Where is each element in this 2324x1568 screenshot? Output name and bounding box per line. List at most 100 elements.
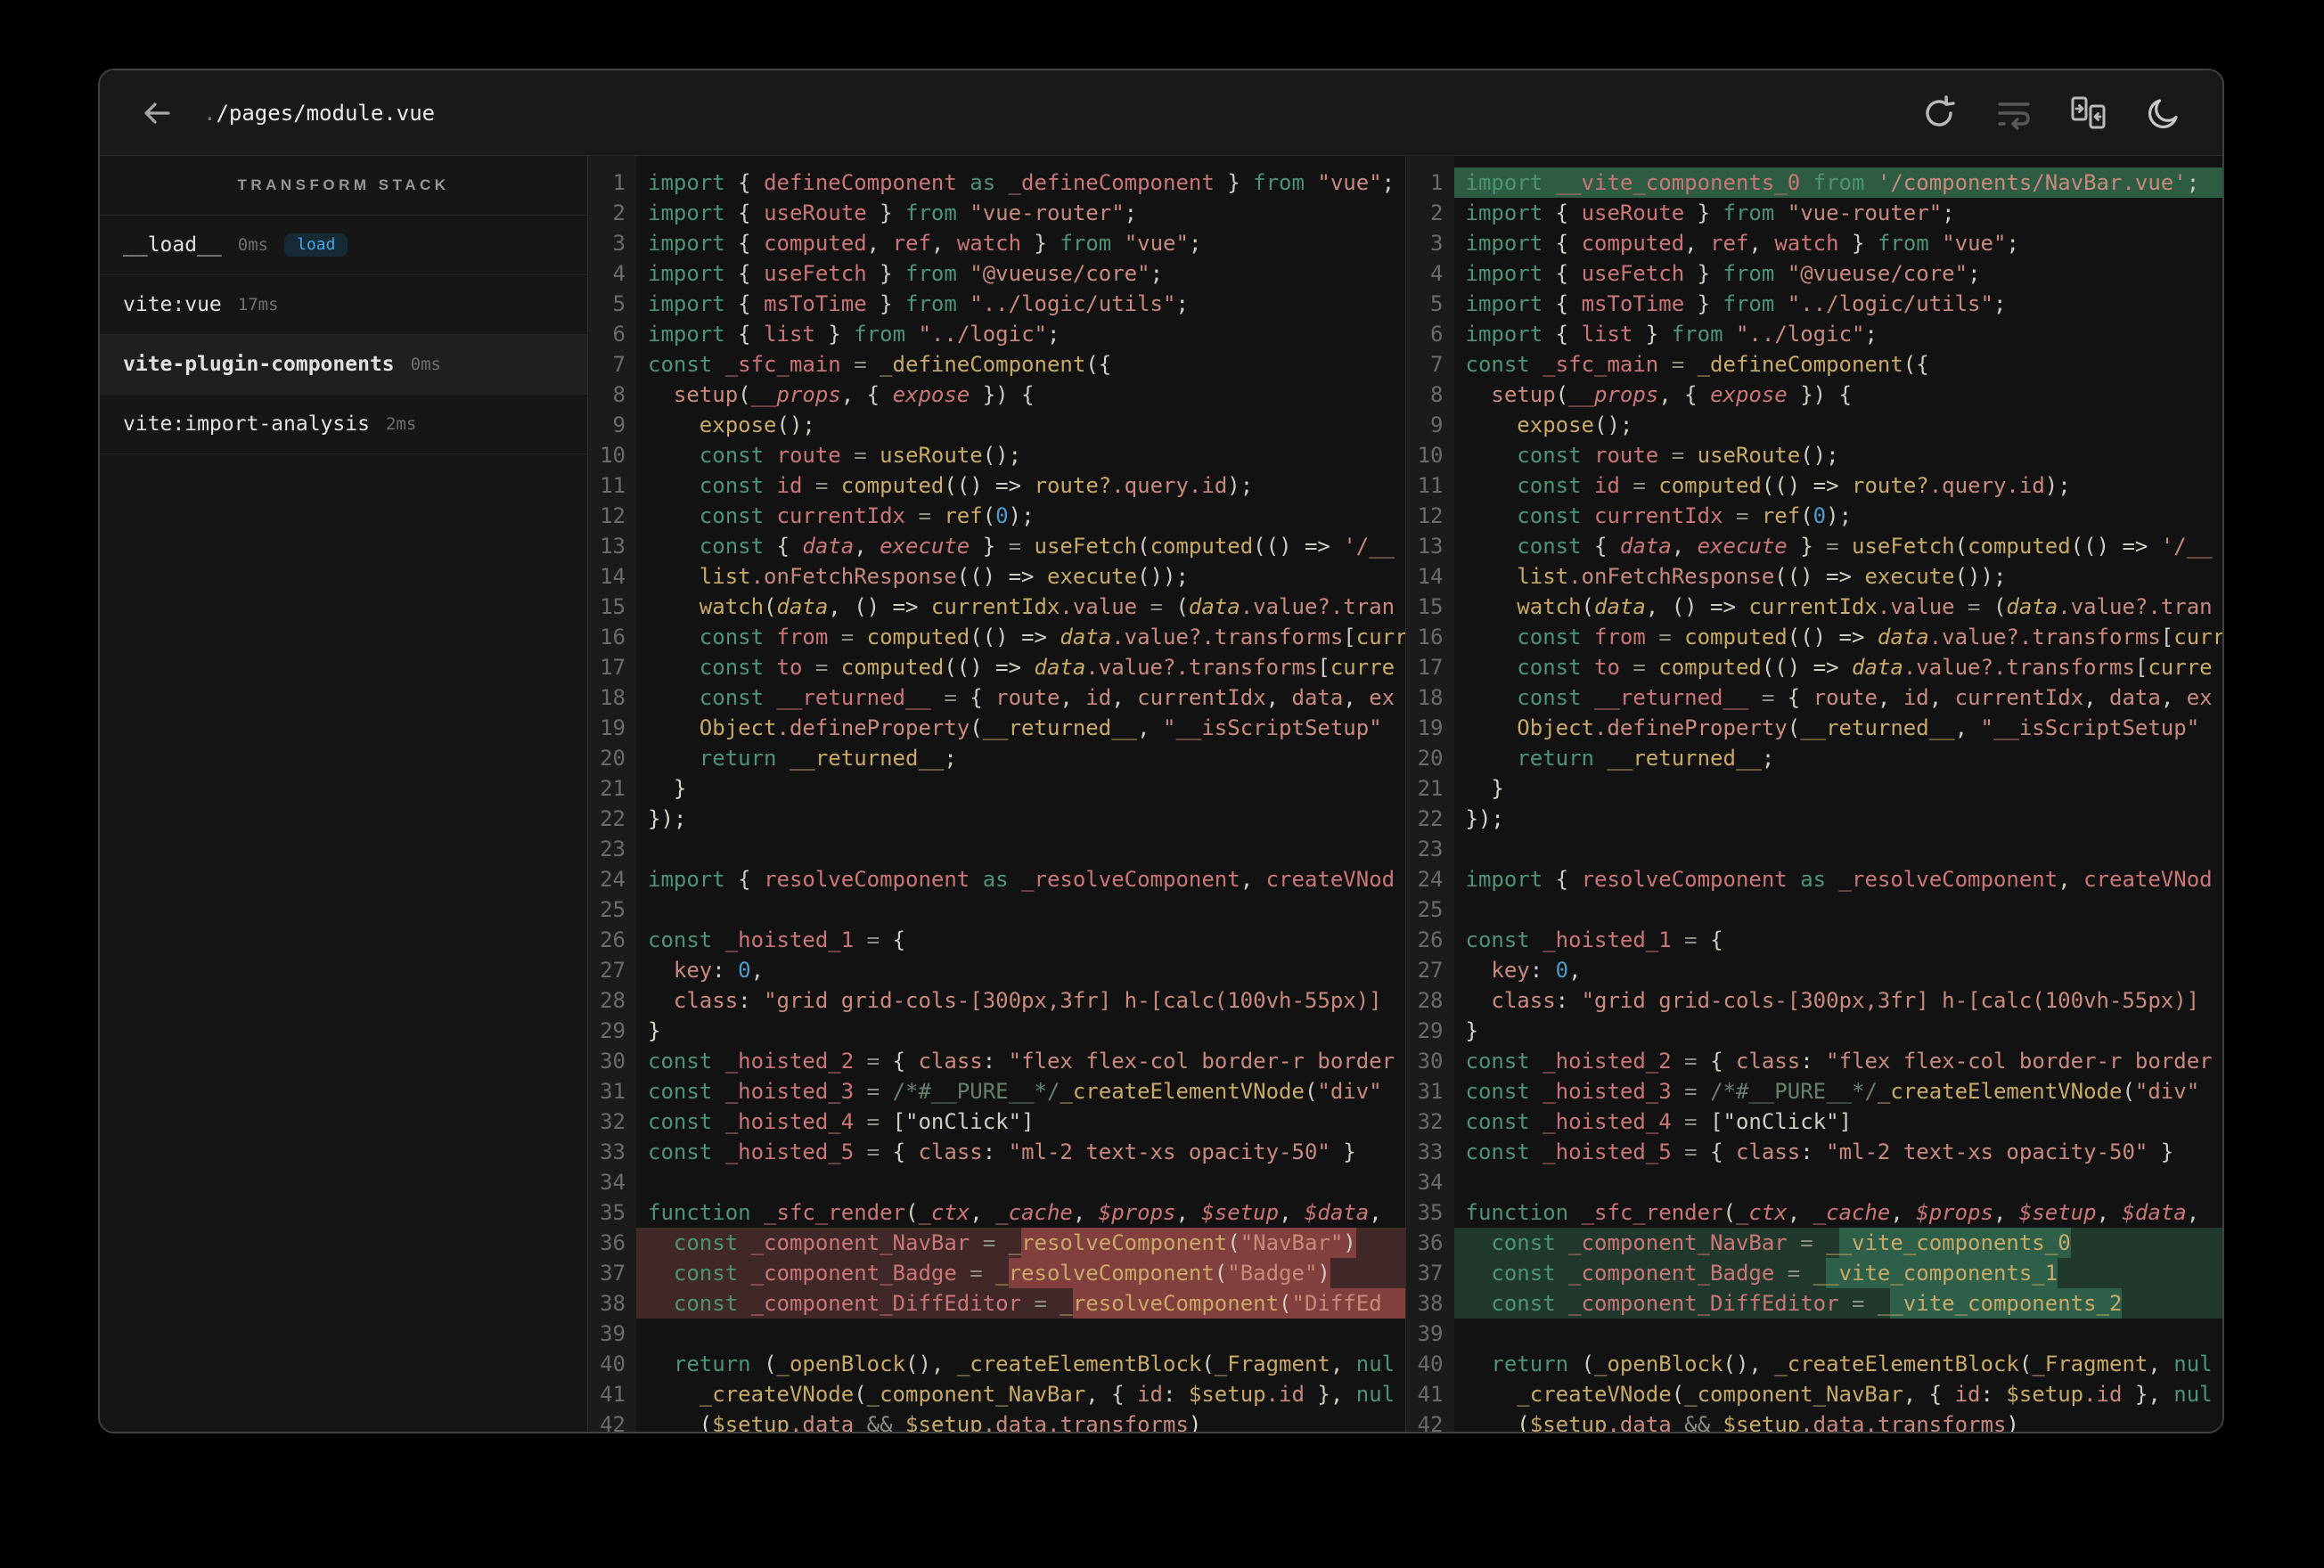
code-line-text: ($setup.data && $setup.data.transforms)	[1465, 1412, 2019, 1432]
line-number: 30	[588, 1046, 636, 1076]
code-line-text: const { data, execute } = useFetch(compu…	[699, 534, 1395, 559]
code-pane-after[interactable]: 1 import __vite_components_0 from '/compo…	[1404, 156, 2223, 1432]
code-line-text: const __returned__ = { route, id, curren…	[1517, 685, 2213, 710]
line-number: 24	[588, 864, 636, 894]
code-line-text: const _component_NavBar = __vite_compone…	[1453, 1228, 2222, 1258]
transform-item--load-[interactable]: __load__ 0ms load	[100, 216, 587, 275]
code-line: 27 key: 0,	[588, 955, 1405, 985]
transform-item-vite-vue[interactable]: vite:vue 17ms	[100, 275, 587, 335]
transform-item-label: vite:vue	[123, 293, 222, 316]
line-number: 26	[1405, 925, 1454, 955]
line-number: 35	[1405, 1197, 1454, 1228]
sidebar-items: __load__ 0ms load vite:vue 17ms vite-plugin-c…	[100, 216, 587, 454]
line-number: 7	[1405, 349, 1454, 380]
line-number: 8	[1405, 380, 1454, 410]
code-line: 40 return (_openBlock(), _createElementB…	[588, 1349, 1405, 1379]
line-wrap-button[interactable]	[1991, 90, 2037, 136]
line-number: 14	[1405, 561, 1454, 592]
code-line-text: return __returned__;	[1517, 746, 1775, 771]
line-number: 41	[588, 1379, 636, 1409]
code-line-text: }	[648, 776, 687, 801]
code-line-text: const _hoisted_2 = { class: "flex flex-c…	[1465, 1049, 2213, 1074]
code-line-text: const currentIdx = ref(0);	[699, 503, 1035, 528]
code-line-text: const _hoisted_4 = ["onClick"]	[1465, 1109, 1853, 1134]
code-line-text: expose();	[699, 412, 815, 437]
code-line-text: const _hoisted_1 = {	[1465, 927, 1723, 952]
code-line: 32 const _hoisted_4 = ["onClick"]	[588, 1107, 1405, 1137]
code-line: 22});	[588, 804, 1405, 834]
side-by-side-diff-button[interactable]	[2066, 90, 2112, 136]
file-title: ./pages/module.vue	[203, 101, 435, 126]
code-line: 34	[1405, 1167, 2223, 1197]
code-line: 18 const __returned__ = { route, id, cur…	[588, 682, 1405, 713]
code-line: 14 list.onFetchResponse(() => execute())…	[1405, 561, 2223, 592]
line-number: 9	[1405, 410, 1454, 440]
line-number: 18	[1405, 682, 1454, 713]
code-line-text: }	[648, 1018, 661, 1043]
code-line: 42 ($setup.data && $setup.data.transform…	[1405, 1409, 2223, 1432]
code-line: 16 const from = computed(() => data.valu…	[588, 622, 1405, 652]
transform-item-vite-plugin-components[interactable]: vite-plugin-components 0ms	[100, 335, 587, 395]
code-line-text: import { resolveComponent as _resolveCom…	[1465, 867, 2213, 892]
line-number: 33	[588, 1137, 636, 1167]
theme-toggle-button[interactable]	[2140, 90, 2187, 136]
code-line: 28 class: "grid grid-cols-[300px,3fr] h-…	[588, 985, 1405, 1016]
code-line: 2 import { useRoute } from "vue-router";	[1405, 198, 2223, 228]
line-number: 32	[1405, 1107, 1454, 1137]
code-line: 17 const to = computed(() => data.value?…	[588, 652, 1405, 682]
transform-item-vite-import-analysis[interactable]: vite:import-analysis 2ms	[100, 395, 587, 454]
line-number: 35	[588, 1197, 636, 1228]
line-number: 1	[588, 167, 636, 198]
line-number: 21	[1405, 773, 1454, 804]
load-badge: load	[284, 233, 348, 257]
code-line: 5 import { msToTime } from "../logic/util…	[588, 289, 1405, 319]
line-number: 25	[588, 894, 636, 925]
code-pane-before[interactable]: 1 import { defineComponent as _defineComp…	[588, 156, 1405, 1432]
code-line: 39	[588, 1319, 1405, 1349]
code-line-text: const _sfc_main = _defineComponent({	[648, 352, 1112, 377]
code-line-text: import __vite_components_0 from '/compon…	[1453, 167, 2222, 198]
code-line-text: const _hoisted_3 = /*#__PURE__*/_createE…	[648, 1079, 1382, 1104]
code-line-text: key: 0,	[1491, 958, 1582, 983]
code-line: 29}	[588, 1016, 1405, 1046]
code-line: 30 const _hoisted_2 = { class: "flex flex…	[1405, 1046, 2223, 1076]
line-number: 23	[1405, 834, 1454, 864]
back-button[interactable]	[135, 92, 178, 135]
code-line: 36 const _component_NavBar = __vite_comp…	[1405, 1228, 2222, 1258]
back-arrow-icon	[144, 102, 170, 124]
code-line-text: import { useRoute } from "vue-router";	[1465, 200, 1955, 225]
line-number: 20	[1405, 743, 1454, 773]
line-number: 12	[1405, 501, 1454, 531]
line-number: 4	[588, 258, 636, 289]
code-line: 21 }	[588, 773, 1405, 804]
line-number: 40	[1405, 1349, 1454, 1379]
line-number: 28	[1405, 985, 1454, 1016]
line-number: 25	[1405, 894, 1454, 925]
line-number: 36	[588, 1228, 636, 1258]
line-number: 18	[588, 682, 636, 713]
code-line: 9 expose();	[1405, 410, 2223, 440]
line-number: 12	[588, 501, 636, 531]
line-number: 11	[1405, 470, 1454, 501]
side-by-side-diff-icon	[2071, 96, 2106, 128]
code-line-text: class: "grid grid-cols-[300px,3fr] h-[ca…	[673, 988, 1395, 1013]
line-number: 10	[588, 440, 636, 470]
code-line: 11 const id = computed(() => route?.quer…	[588, 470, 1405, 501]
line-number: 27	[588, 955, 636, 985]
code-line: 7 const _sfc_main = _defineComponent({	[588, 349, 1405, 380]
transform-item-label: vite-plugin-components	[123, 353, 395, 376]
code-line-text: const _component_Badge = _resolveCompone…	[636, 1258, 1405, 1288]
code-line-text: ($setup.data && $setup.data.transforms)	[648, 1412, 1202, 1432]
refresh-button[interactable]	[1916, 90, 1962, 136]
transform-item-duration: 0ms	[410, 355, 441, 374]
code-line: 23	[588, 834, 1405, 864]
line-number: 21	[588, 773, 636, 804]
code-line: 37 const _component_Badge = _resolveComp…	[588, 1258, 1405, 1288]
code-line-text: import { computed, ref, watch } from "vu…	[1465, 231, 2019, 256]
code-line-text: const to = computed(() => data.value?.tr…	[1517, 655, 2213, 680]
line-number: 6	[588, 319, 636, 349]
code-line-text: import { defineComponent as _defineCompo…	[648, 170, 1395, 195]
code-line-text: Object.defineProperty(__returned__, "__i…	[699, 715, 1382, 740]
code-line: 20 return __returned__;	[1405, 743, 2223, 773]
code-line-text: import { computed, ref, watch } from "vu…	[648, 231, 1202, 256]
